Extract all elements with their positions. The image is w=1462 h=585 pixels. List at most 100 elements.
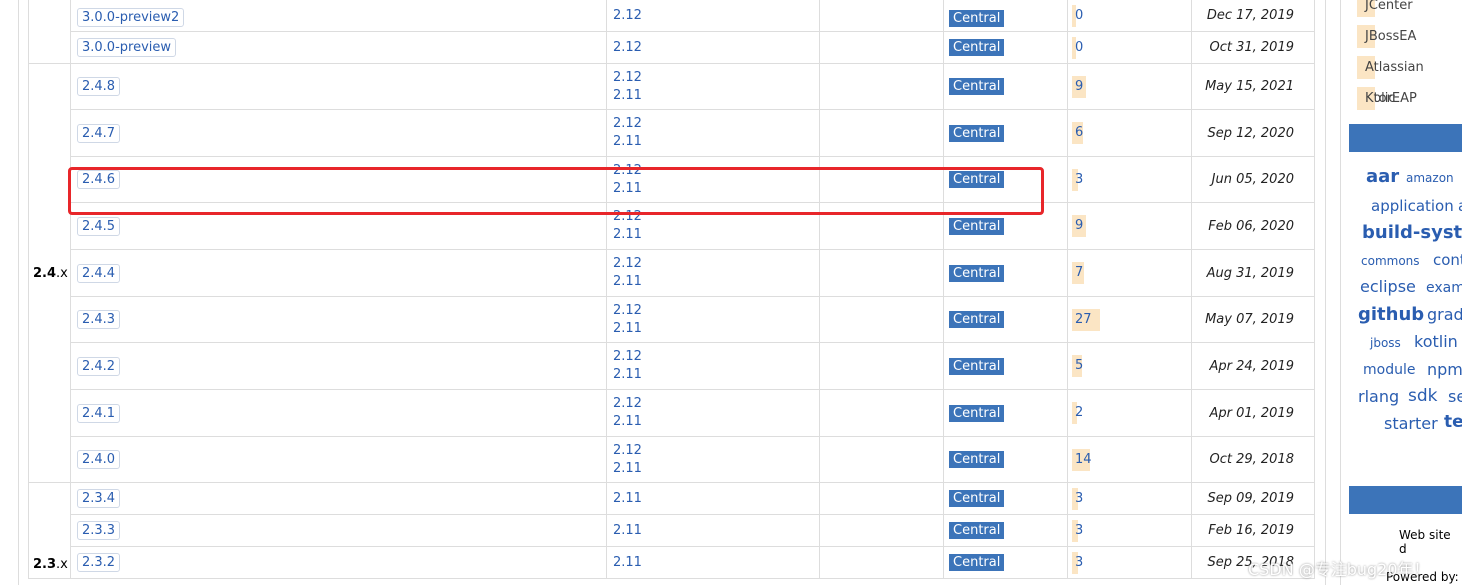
tag-link[interactable]: jboss <box>1370 336 1401 350</box>
scala-version-link[interactable]: 2.12 <box>613 7 813 25</box>
scala-version-link[interactable]: 2.12 <box>613 69 813 87</box>
repository-cell: Central <box>943 156 1068 203</box>
tag-link[interactable]: exam <box>1426 280 1462 296</box>
repository-badge[interactable]: Central <box>949 10 1005 27</box>
usages-link[interactable]: 3 <box>1072 519 1086 542</box>
usages-link[interactable]: 2 <box>1072 402 1086 424</box>
usages-count: 3 <box>1075 522 1084 538</box>
version-link[interactable]: 3.0.0-preview2 <box>77 8 185 27</box>
tag-link[interactable]: github <box>1358 304 1424 325</box>
tag-link[interactable]: application <box>1371 197 1454 215</box>
scala-version-link[interactable]: 2.12 <box>613 255 813 273</box>
repository-item[interactable]: JBossEA <box>1357 21 1462 52</box>
tag-link[interactable]: grad <box>1427 305 1462 324</box>
tag-link[interactable]: npm <box>1427 360 1462 379</box>
tag-link[interactable]: a <box>1458 197 1462 215</box>
scala-version-link[interactable]: 2.12 <box>613 208 813 226</box>
repository-badge[interactable]: Central <box>949 264 1005 282</box>
repository-item[interactable]: Atlassian Public <box>1357 52 1462 106</box>
repository-badge[interactable]: Central <box>949 357 1005 375</box>
repository-cell: Central <box>943 202 1068 250</box>
scala-version-link[interactable]: 2.12 <box>613 115 813 133</box>
usages-link[interactable]: 6 <box>1072 122 1086 144</box>
usages-link[interactable]: 3 <box>1072 487 1086 510</box>
tag-link[interactable]: se <box>1448 387 1462 406</box>
tag-link[interactable]: kotlin <box>1414 332 1458 351</box>
tag-link[interactable]: tes <box>1444 412 1462 432</box>
tag-link[interactable]: rlang <box>1358 387 1399 406</box>
version-link[interactable]: 2.4.4 <box>77 263 121 283</box>
usages-link[interactable]: 27 <box>1072 308 1100 331</box>
repository-badge[interactable]: Central <box>949 39 1005 56</box>
version-link[interactable]: 2.4.3 <box>77 310 121 329</box>
tag-link[interactable]: amazon <box>1406 171 1454 185</box>
repository-badge[interactable]: Central <box>949 490 1005 507</box>
version-link[interactable]: 2.4.5 <box>77 216 121 236</box>
version-link[interactable]: 2.4.7 <box>77 123 121 143</box>
version-link[interactable]: 2.4.8 <box>77 77 121 96</box>
usages-link[interactable]: 7 <box>1072 262 1086 284</box>
repository-badge[interactable]: Central <box>949 451 1005 468</box>
version-link[interactable]: 2.3.2 <box>77 553 121 572</box>
version-link[interactable]: 2.3.4 <box>77 489 121 508</box>
scala-version-link[interactable]: 2.12 <box>613 302 813 320</box>
repository-cell: Central <box>943 249 1068 297</box>
table-row: 2.4.7 2.12 2.11 Central 6 Sep 12, 2020 <box>29 109 1315 157</box>
version-link[interactable]: 3.0.0-preview <box>77 38 177 57</box>
repository-badge[interactable]: Central <box>949 78 1005 95</box>
usages-link[interactable]: 9 <box>1072 75 1086 98</box>
scala-version-link[interactable]: 2.12 <box>613 162 813 180</box>
scala-version-link[interactable]: 2.11 <box>613 460 813 478</box>
scala-version-link[interactable]: 2.12 <box>613 442 813 460</box>
repository-badge[interactable]: Central <box>949 171 1005 188</box>
tag-link[interactable]: sdk <box>1408 386 1438 406</box>
version-link[interactable]: 2.4.2 <box>77 356 121 376</box>
version-cell: 3.0.0-preview2 <box>70 0 607 32</box>
scala-version-link[interactable]: 2.11 <box>613 133 813 151</box>
scala-version-link[interactable]: 2.12 <box>613 395 813 413</box>
scala-cell: 2.12 2.11 <box>606 249 820 297</box>
usages-link[interactable]: 3 <box>1072 551 1086 574</box>
tag-link[interactable]: build-system <box>1362 222 1462 243</box>
tag-link[interactable]: starter <box>1384 414 1438 433</box>
scala-version-link[interactable]: 2.11 <box>613 490 813 508</box>
repository-badge[interactable]: Central <box>949 554 1005 571</box>
tag-link[interactable]: eclipse <box>1360 277 1416 296</box>
usages-link[interactable]: 9 <box>1072 215 1086 237</box>
usages-link[interactable]: 0 <box>1072 5 1086 27</box>
scala-version-link[interactable]: 2.12 <box>613 348 813 366</box>
empty-cell <box>819 31 944 64</box>
repository-badge[interactable]: Central <box>949 124 1005 142</box>
scala-version-link[interactable]: 2.11 <box>613 522 813 540</box>
repository-item[interactable]: JCenter <box>1357 0 1462 21</box>
scala-version-link[interactable]: 2.11 <box>613 413 813 431</box>
usages-link[interactable]: 5 <box>1072 355 1086 377</box>
tag-link[interactable]: aar <box>1366 166 1399 187</box>
tag-link[interactable]: cont <box>1433 251 1462 269</box>
repository-badge[interactable]: Central <box>949 217 1005 235</box>
scala-version-link[interactable]: 2.11 <box>613 226 813 244</box>
usages-link[interactable]: 14 <box>1072 448 1095 471</box>
version-link[interactable]: 2.3.3 <box>77 521 121 540</box>
sidebar: JCenter JBossEA Atlassian Public KtorEAP… <box>1341 0 1462 585</box>
usages-link[interactable]: 0 <box>1072 36 1086 59</box>
version-link[interactable]: 2.4.6 <box>77 170 121 189</box>
repository-badge[interactable]: Central <box>949 404 1005 422</box>
scala-version-link[interactable]: 2.11 <box>613 320 813 338</box>
scala-version-link[interactable]: 2.11 <box>613 87 813 105</box>
scala-version-link[interactable]: 2.11 <box>613 273 813 291</box>
tag-link[interactable]: module <box>1363 362 1415 378</box>
scala-version-link[interactable]: 2.11 <box>613 366 813 384</box>
scala-version-link[interactable]: 2.12 <box>613 39 813 57</box>
repository-item[interactable]: KtorEAP <box>1357 83 1462 114</box>
repository-badge[interactable]: Central <box>949 311 1005 328</box>
usages-cell: 9 <box>1067 202 1192 250</box>
usages-link[interactable]: 3 <box>1072 168 1086 191</box>
version-link[interactable]: 2.4.1 <box>77 403 121 423</box>
scala-version-link[interactable]: 2.11 <box>613 180 813 198</box>
tag-link[interactable]: commons <box>1361 254 1420 268</box>
scala-version-link[interactable]: 2.11 <box>613 554 813 572</box>
repository-badge[interactable]: Central <box>949 522 1005 539</box>
table-row: 2.4.4 2.12 2.11 Central 7 Aug 31, 2019 <box>29 249 1315 297</box>
version-link[interactable]: 2.4.0 <box>77 450 121 469</box>
